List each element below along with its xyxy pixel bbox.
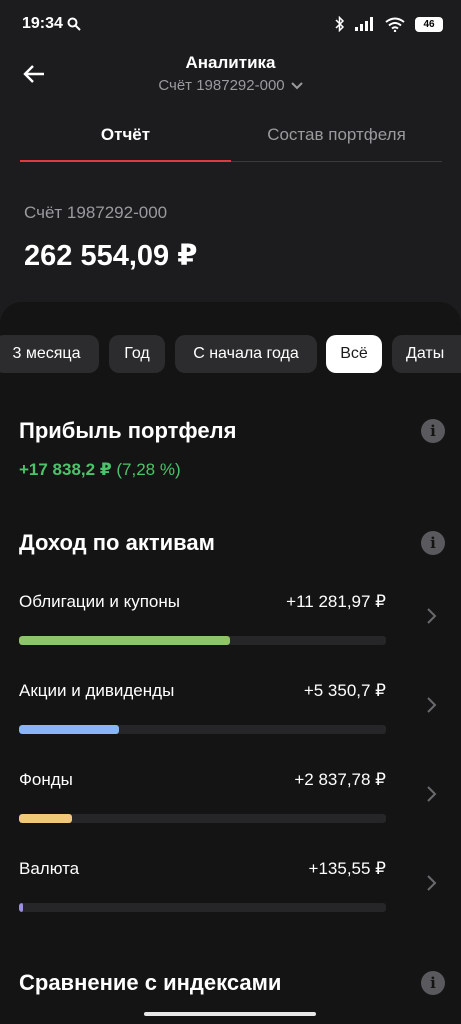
profit-info-icon[interactable]: i: [421, 419, 445, 443]
period-year[interactable]: Год: [109, 335, 165, 373]
period-selector: 3 месяца Год С начала года Всё Даты: [0, 335, 461, 373]
chevron-right-icon: [427, 608, 437, 624]
battery-level: 46: [423, 18, 435, 30]
asset-row-stocks[interactable]: Акции и дивиденды +5 350,7 ₽: [0, 681, 461, 753]
asset-value: +135,55 ₽: [308, 859, 386, 878]
asset-progress-track: [19, 636, 386, 645]
account-label: Счёт 1987292-000: [24, 203, 168, 222]
chevron-right-icon: [427, 786, 437, 802]
home-indicator[interactable]: [144, 1012, 316, 1016]
wifi-icon: [385, 17, 405, 32]
tab-portfolio-label: Состав портфеля: [267, 124, 406, 144]
asset-name: Валюта: [19, 859, 80, 878]
page-title: Аналитика: [185, 53, 276, 72]
period-dates-label: Даты: [406, 345, 445, 362]
tab-report[interactable]: Отчёт: [20, 108, 231, 162]
asset-progress-fill: [19, 903, 23, 912]
asset-name: Облигации и купоны: [19, 592, 180, 611]
asset-progress-track: [19, 903, 386, 912]
chevron-right-icon: [427, 875, 437, 891]
income-title: Доход по активам: [19, 530, 215, 555]
battery-icon: 46: [415, 16, 443, 32]
asset-progress-fill: [19, 636, 231, 645]
tabs: Отчёт Состав портфеля: [20, 108, 442, 162]
period-all-label: Всё: [340, 345, 368, 362]
asset-value: +2 837,78 ₽: [294, 770, 386, 789]
profit-title: Прибыль портфеля: [19, 418, 237, 443]
status-time: 19:34: [22, 15, 63, 32]
tab-portfolio[interactable]: Состав портфеля: [231, 108, 442, 161]
status-left: 19:34: [22, 15, 81, 33]
asset-row-funds[interactable]: Фонды +2 837,78 ₽: [0, 770, 461, 842]
tab-report-label: Отчёт: [100, 124, 151, 144]
period-ytd-label: С начала года: [193, 345, 299, 362]
income-info-icon[interactable]: i: [421, 531, 445, 555]
profit-absolute: +17 838,2 ₽: [19, 460, 112, 479]
signal-icon: [355, 17, 373, 31]
asset-value: +5 350,7 ₽: [303, 681, 386, 700]
asset-name: Фонды: [19, 770, 73, 789]
account-selector-label: Счёт 1987292-000: [158, 77, 285, 94]
asset-progress-fill: [19, 725, 119, 734]
bluetooth-icon: [335, 16, 345, 32]
status-bar: 19:34 46: [0, 0, 461, 48]
profit-percent: (7,28 %): [116, 460, 181, 479]
profit-value: +17 838,2 ₽ (7,28 %): [19, 460, 181, 480]
chevron-down-icon: [290, 81, 303, 89]
period-ytd[interactable]: С начала года: [175, 335, 317, 373]
period-all[interactable]: Всё: [326, 335, 382, 373]
period-3-months[interactable]: 3 месяца: [0, 335, 99, 373]
period-3-months-label: 3 месяца: [12, 345, 81, 362]
account-total: 262 554,09 ₽: [24, 240, 198, 272]
chevron-right-icon: [427, 697, 437, 713]
asset-progress-track: [19, 725, 386, 734]
asset-row-bonds[interactable]: Облигации и купоны +11 281,97 ₽: [0, 592, 461, 664]
search-icon: [67, 17, 81, 31]
asset-row-currency[interactable]: Валюта +135,55 ₽: [0, 859, 461, 931]
asset-name: Акции и дивиденды: [19, 681, 175, 700]
account-selector[interactable]: Счёт 1987292-000: [0, 77, 461, 94]
period-year-label: Год: [124, 345, 150, 362]
asset-progress-track: [19, 814, 386, 823]
header: Аналитика Счёт 1987292-000: [0, 48, 461, 108]
period-dates[interactable]: Даты: [392, 335, 461, 373]
status-right: 46: [335, 16, 443, 32]
comparison-title: Сравнение с индексами: [19, 970, 282, 995]
asset-progress-fill: [19, 814, 73, 823]
comparison-info-icon[interactable]: i: [421, 971, 445, 995]
asset-value: +11 281,97 ₽: [286, 592, 386, 611]
